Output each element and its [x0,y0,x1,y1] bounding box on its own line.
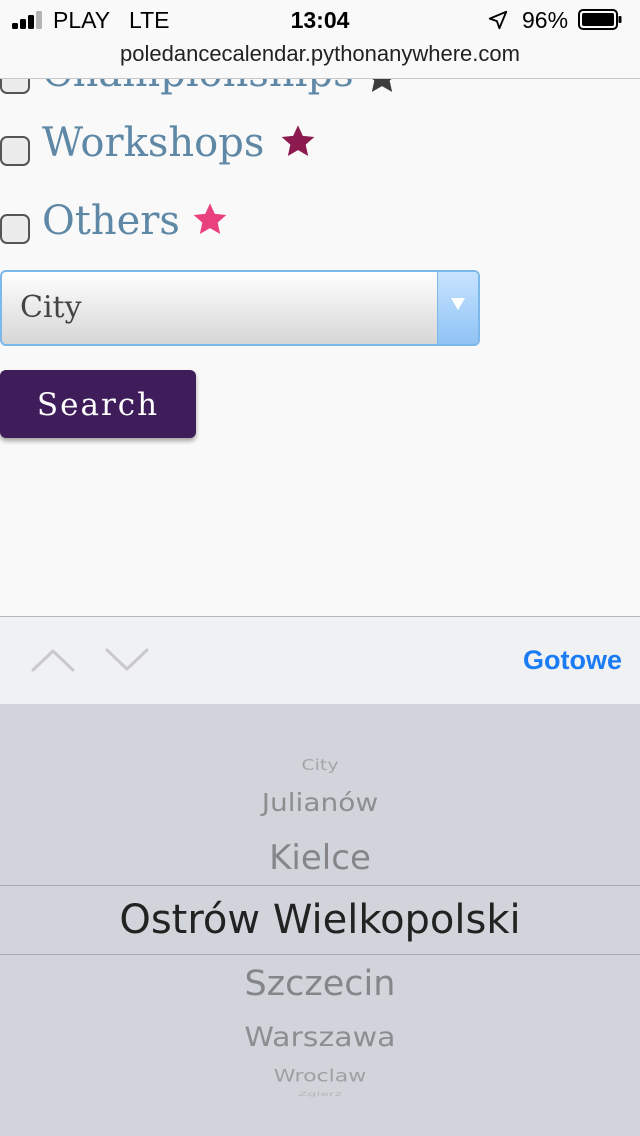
chevron-up-icon[interactable] [30,647,76,673]
star-icon [193,203,227,234]
dropdown-arrow-icon [437,272,478,344]
workshops-checkbox[interactable] [0,136,30,166]
star-icon [281,125,315,156]
page-content: Championships Workshops Others City Sear… [0,0,640,616]
location-arrow-icon [488,10,508,30]
city-select[interactable]: City [0,270,480,346]
keyboard-toolbar: Gotowe [0,616,640,705]
others-checkbox[interactable] [0,214,30,244]
picker-selection-top-line [0,885,640,886]
picker-option[interactable]: Wroclaw [0,1067,640,1086]
picker-option[interactable]: Zgierz [0,1090,640,1097]
workshops-label: Workshops [42,120,265,166]
picker-option[interactable]: Szczecin [0,964,640,1004]
picker-option[interactable]: City [0,756,640,774]
picker-selection-bottom-line [0,954,640,955]
others-label: Others [42,198,180,244]
city-picker-wheel[interactable]: City Julianów Kielce Ostrów Wielkopolski… [0,704,640,1136]
city-select-value: City [20,290,82,325]
battery-percent: 96% [522,7,569,33]
picker-option[interactable]: Warszawa [0,1022,640,1054]
url-text: poledancecalendar.pythonanywhere.com [120,41,520,66]
done-button[interactable]: Gotowe [523,645,622,676]
picker-option[interactable]: Julianów [0,788,640,817]
picker-option[interactable]: Kielce [0,838,640,878]
picker-option-selected[interactable]: Ostrów Wielkopolski [0,897,640,943]
chevron-down-icon[interactable] [104,647,150,673]
url-bar[interactable]: poledancecalendar.pythonanywhere.com [0,40,640,79]
search-button[interactable]: Search [0,370,196,438]
status-bar: PLAY LTE 13:04 96% [0,0,640,40]
battery-icon [578,9,622,30]
